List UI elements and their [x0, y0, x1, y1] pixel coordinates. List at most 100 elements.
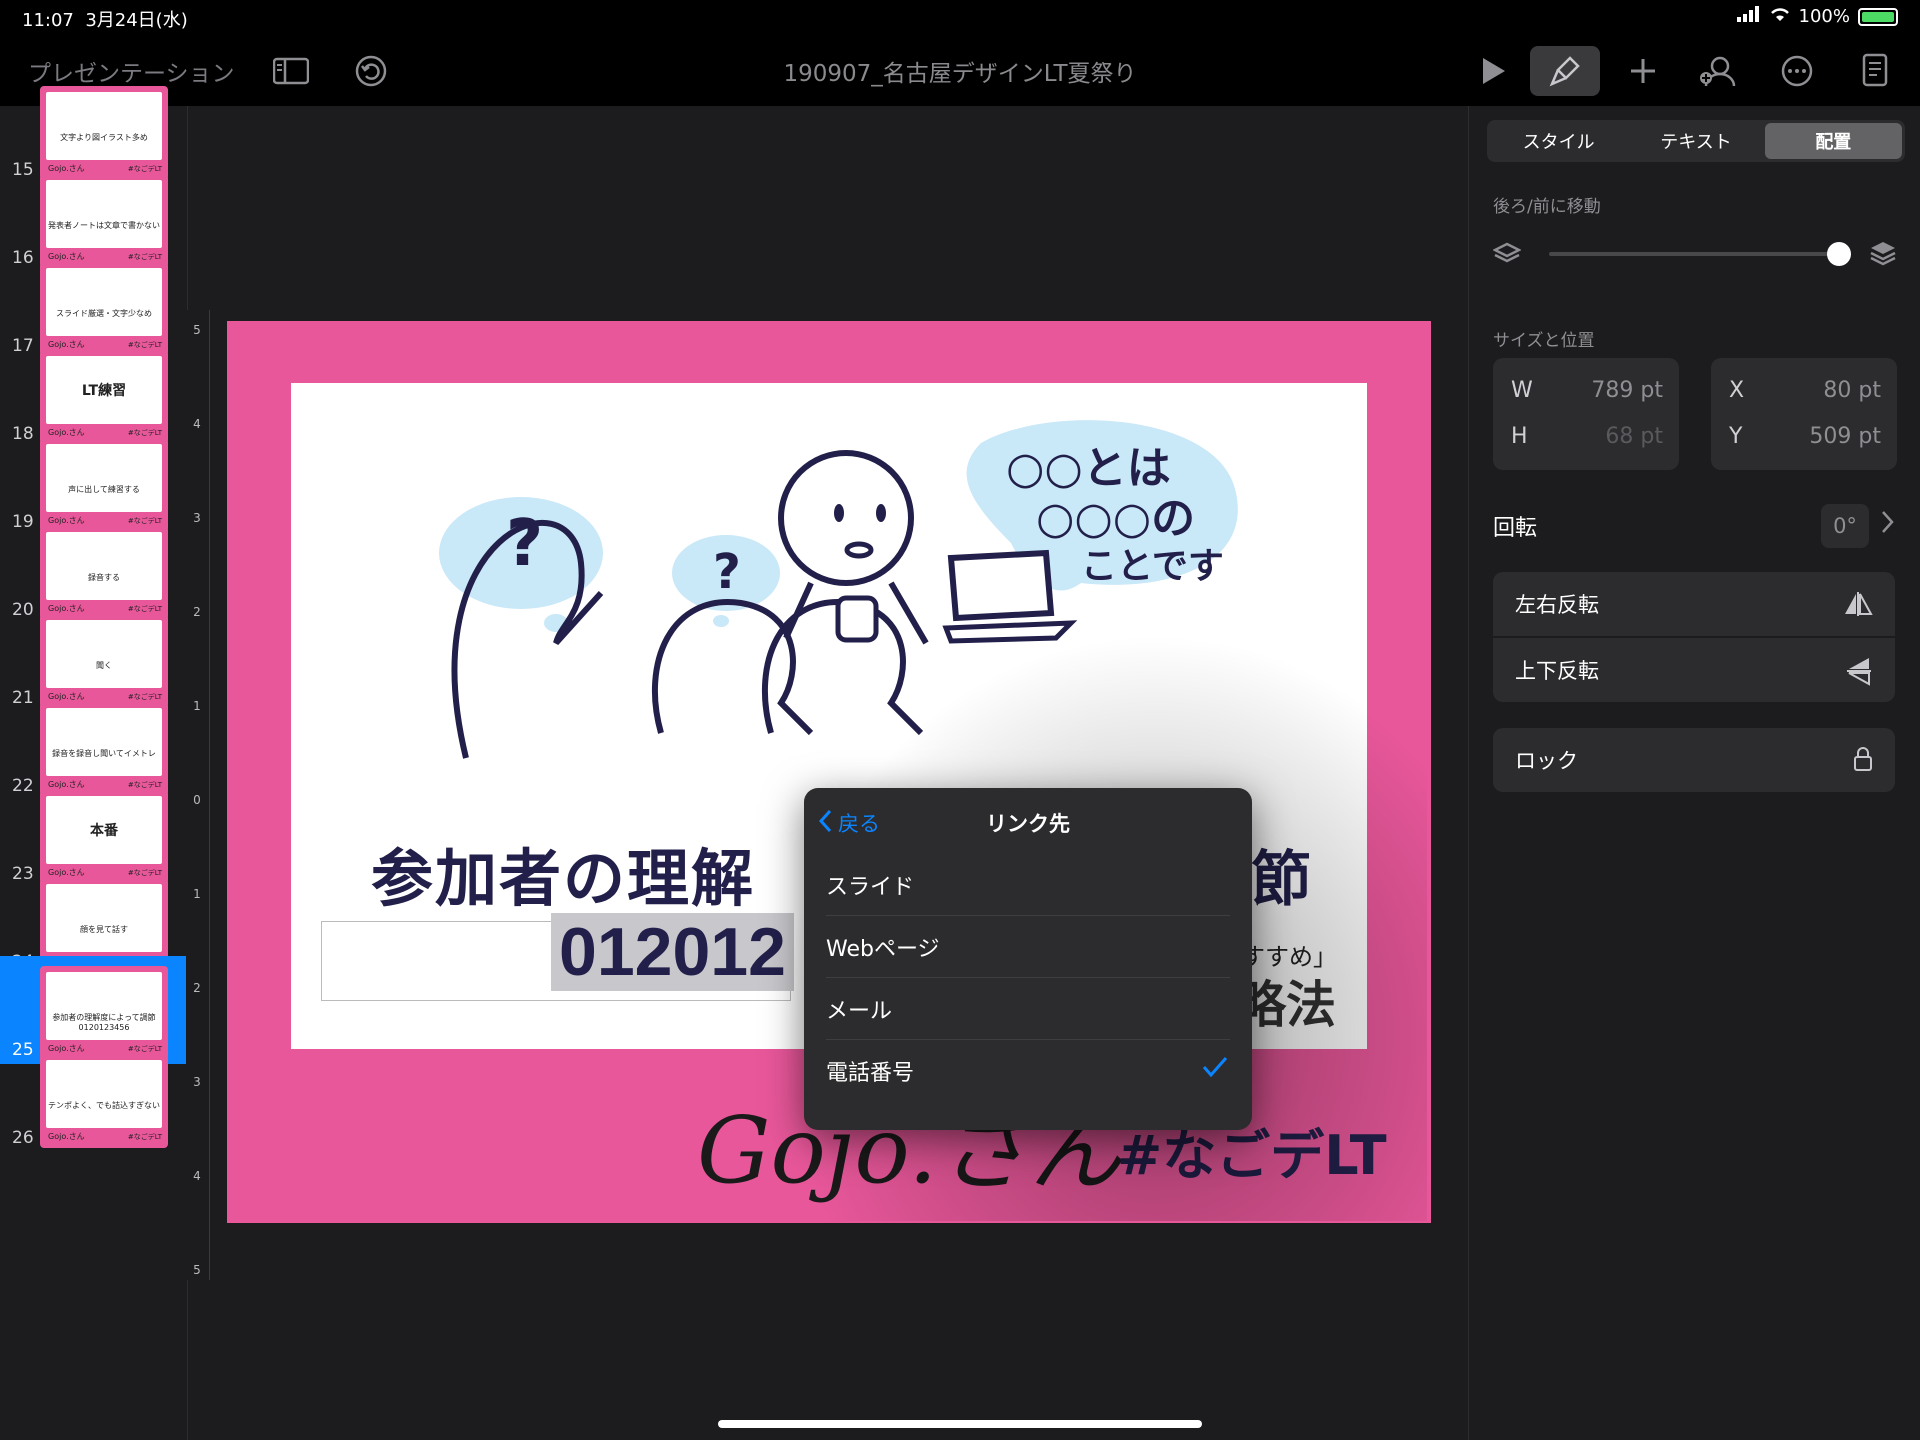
signal-icon — [1736, 6, 1761, 27]
thumbnail-content: テンポよく、でも詰込すぎない — [46, 1060, 162, 1128]
status-bar: 11:07 3月24日(水) 100% — [0, 0, 1920, 36]
thumbnail-content: 録音する — [46, 532, 162, 600]
chevron-left-icon — [818, 809, 832, 838]
slide-illustration: ? ? ○○とは ○○○の ことです — [439, 420, 1238, 759]
presenter-notes-icon[interactable] — [1854, 50, 1896, 92]
slide-title[interactable]: 参加者の理解 — [371, 828, 755, 918]
height-label: H — [1511, 424, 1528, 449]
status-time: 11:07 3月24日(水) — [22, 6, 188, 32]
tab-arrange[interactable]: 配置 — [1764, 123, 1902, 159]
flip-vertical-button[interactable]: 上下反転 — [1493, 638, 1895, 702]
flip-horizontal-icon — [1843, 590, 1873, 623]
slider-knob[interactable] — [1827, 242, 1851, 266]
lock-label: ロック — [1515, 749, 1578, 773]
thumbnail-content: 参加者の理解度によって調節 0120123456 — [46, 972, 162, 1040]
more-icon[interactable] — [1776, 50, 1818, 92]
link-option-mail[interactable]: メール — [826, 978, 1230, 1040]
thumbnail-content: 文字より図イラスト多め — [46, 92, 162, 160]
thumbnail-text: 聞く — [96, 661, 112, 670]
ruler-label: 3 — [193, 1075, 201, 1089]
slide-thumbnail[interactable]: テンポよく、でも詰込すぎない Gojo.さん #なごデLT 26 — [0, 1044, 188, 1152]
x-label: X — [1729, 378, 1745, 403]
slide-navigator: 文字より図イラスト多め Gojo.さん #なごデLT 15 発表者ノートは文章で書かない… — [0, 86, 188, 1440]
selected-phone-text[interactable]: 012012 — [551, 913, 794, 991]
ruler-label: 1 — [193, 699, 201, 713]
popover-header: 戻る リンク先 — [804, 788, 1252, 854]
play-icon[interactable] — [1472, 50, 1514, 92]
back-label: 戻る — [838, 812, 880, 836]
toolbar: プレゼンテーション 190907_名古屋デザインLT夏祭り — [0, 36, 1920, 106]
tab-text[interactable]: テキスト — [1627, 123, 1764, 159]
tab-style[interactable]: スタイル — [1490, 123, 1627, 159]
add-icon[interactable] — [1622, 50, 1664, 92]
ruler-label: 5 — [193, 323, 201, 337]
y-field[interactable]: 509 pt — [1809, 424, 1881, 449]
ruler-label: 4 — [193, 417, 201, 431]
thumbnail-content: 本番 — [46, 796, 162, 864]
link-option-webpage[interactable]: Webページ — [826, 916, 1230, 978]
thumbnail-content: 発表者ノートは文章で書かない — [46, 180, 162, 248]
width-field[interactable]: 789 pt — [1591, 378, 1663, 403]
thumbnail-hashtag: #なごデLT — [127, 1133, 162, 1141]
layer-order-slider[interactable] — [1549, 252, 1839, 256]
question-mark-2: ? — [713, 544, 741, 600]
time-text: 11:07 — [22, 10, 74, 31]
checkmark-icon — [1202, 1056, 1228, 1084]
ruler-label: 2 — [193, 605, 201, 619]
status-right: 100% — [1736, 6, 1898, 27]
rotate-field[interactable]: 0° — [1821, 504, 1869, 548]
undo-icon[interactable] — [350, 50, 392, 92]
ruler-label: 0 — [193, 793, 201, 807]
wifi-icon — [1769, 6, 1791, 27]
link-option-slide[interactable]: スライド — [826, 854, 1230, 916]
thumbnail-text: 本番 — [90, 823, 118, 839]
move-back-front-label: 後ろ/前に移動 — [1493, 197, 1601, 217]
thumbnail-content: スライド厳選・文字少なめ — [46, 268, 162, 336]
flip-horizontal-label: 左右反転 — [1515, 593, 1599, 617]
home-indicator[interactable] — [718, 1420, 1202, 1428]
thumbnail-content: 声に出して練習する — [46, 444, 162, 512]
option-label: メール — [826, 998, 893, 1024]
flip-vertical-label: 上下反転 — [1515, 659, 1599, 683]
thumbnail-content: LT練習 — [46, 356, 162, 424]
bubble-text-line-1: ○○とは — [1006, 443, 1171, 494]
flip-horizontal-button[interactable]: 左右反転 — [1493, 572, 1895, 636]
height-field[interactable]: 68 pt — [1605, 424, 1663, 449]
slide-title-tail: 節 — [1251, 845, 1311, 915]
size-box: W 789 pt H 68 pt — [1493, 358, 1679, 470]
bubble-text-line-2: ○○○の — [1036, 493, 1195, 544]
thumbnail-text: スライド厳選・文字少なめ — [56, 309, 152, 318]
option-label: Webページ — [826, 936, 940, 962]
option-label: スライド — [826, 874, 915, 900]
bubble-text-line-3: ことです — [1081, 546, 1224, 587]
thumbnail-logo: Gojo.さん — [48, 1132, 85, 1141]
thumbnail-text: 声に出して練習する — [68, 485, 140, 494]
thumbnail-content: 聞く — [46, 620, 162, 688]
thumbnail-text: 顔を見て話す — [80, 925, 128, 934]
thumbnail-content: 録音を録音し聞いてイメトレ — [46, 708, 162, 776]
layers-back-icon[interactable] — [1492, 240, 1522, 272]
date-text: 3月24日(水) — [85, 10, 188, 31]
thumbnail-text: 録音する — [88, 573, 120, 582]
y-label: Y — [1729, 424, 1743, 449]
thumbnail-text: 発表者ノートは文章で書かない — [48, 221, 160, 230]
ruler-label: 4 — [193, 1169, 201, 1183]
inspector-tabs: スタイル テキスト 配置 — [1487, 120, 1905, 162]
x-field[interactable]: 80 pt — [1823, 378, 1881, 403]
ruler-label: 1 — [193, 887, 201, 901]
back-button[interactable]: 戻る — [818, 808, 880, 838]
thumbnail-content: 顔を見て話す — [46, 884, 162, 952]
battery-percent: 100% — [1798, 6, 1850, 27]
lock-button[interactable]: ロック — [1493, 728, 1895, 792]
chevron-right-icon[interactable] — [1881, 510, 1895, 540]
collaborate-icon[interactable] — [1696, 50, 1738, 92]
format-brush-icon[interactable] — [1530, 46, 1600, 96]
layers-front-icon[interactable] — [1869, 240, 1897, 272]
sidebar-toggle-icon[interactable] — [270, 50, 312, 92]
rotate-label: 回転 — [1493, 516, 1538, 541]
position-box: X 80 pt Y 509 pt — [1711, 358, 1897, 470]
thumbnail-text: 録音を録音し聞いてイメトレ — [52, 749, 156, 758]
link-option-phone[interactable]: 電話番号 — [826, 1040, 1230, 1102]
vertical-ruler: 5 4 3 2 1 0 1 2 3 4 5 — [186, 310, 210, 1280]
ruler-label: 3 — [193, 511, 201, 525]
